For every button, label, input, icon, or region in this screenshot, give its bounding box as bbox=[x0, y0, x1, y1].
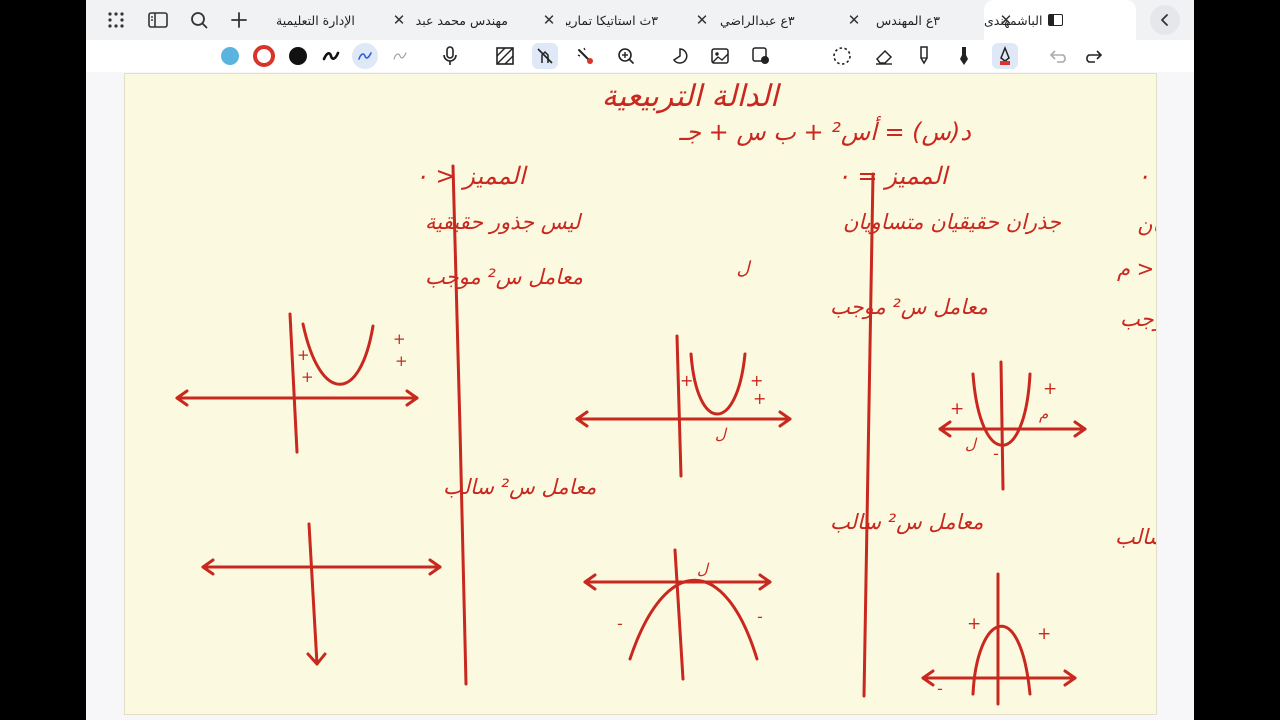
left-pos-coef: معامل س² موجب bbox=[425, 265, 583, 290]
tab-statics[interactable]: ٣ث استاتيكا تمارين bbox=[566, 0, 658, 40]
close-icon[interactable]: ✕ bbox=[996, 10, 1016, 30]
left-lower-y-axis bbox=[307, 522, 319, 666]
tab-abdelrady[interactable]: ٣ع عبدالراضي bbox=[720, 0, 812, 40]
canvas-area[interactable]: الدالة التربيعية د(س) = أس² + ب س + جـ ا… bbox=[86, 72, 1194, 720]
right-neg-coef: معامل س² سالب bbox=[1115, 525, 1156, 550]
middle-lower-y-axis bbox=[673, 548, 685, 681]
close-icon[interactable]: ✕ bbox=[389, 10, 409, 30]
zoom-icon[interactable] bbox=[613, 43, 639, 69]
middle-mark: + bbox=[680, 371, 693, 390]
middle-mark: - bbox=[617, 614, 623, 633]
redo-icon[interactable] bbox=[1080, 43, 1106, 69]
column-divider-left bbox=[451, 164, 468, 686]
right-line1: جذران حقيقيان مختلفان bbox=[1137, 213, 1156, 238]
right-pos-coef: معامل س² موجب bbox=[1120, 307, 1156, 332]
tab-title: ٣ع عبدالراضي bbox=[720, 12, 795, 28]
middle-line1: جذران حقيقيان متساويان bbox=[843, 210, 1062, 235]
tab-title: مهندس محمد عبد... bbox=[416, 12, 508, 28]
handwriting-layer: الدالة التربيعية د(س) = أس² + ب س + جـ ا… bbox=[175, 79, 1156, 706]
middle-root: ل bbox=[736, 258, 751, 279]
middle-pos-coef: معامل س² موجب bbox=[830, 295, 988, 320]
close-icon[interactable]: ✕ bbox=[692, 10, 712, 30]
right-mark: + bbox=[1037, 624, 1051, 644]
back-chevron-icon[interactable] bbox=[1150, 5, 1180, 35]
image-icon[interactable] bbox=[707, 43, 733, 69]
color-swatch-black[interactable] bbox=[285, 43, 311, 69]
shape-icon[interactable] bbox=[667, 43, 693, 69]
right-mark: - bbox=[993, 444, 999, 463]
fountain-pen-icon[interactable] bbox=[992, 43, 1018, 69]
left-mark: + bbox=[393, 330, 406, 348]
tab-educational-admin[interactable]: الإدارة التعليمية bbox=[276, 0, 388, 40]
tab-mohamed[interactable]: مهندس محمد عبد... bbox=[416, 0, 508, 40]
right-upper-y-axis bbox=[999, 360, 1005, 491]
tab-title: ٣ث استاتيكا تمارين bbox=[566, 12, 658, 28]
middle-root-label: ل bbox=[697, 560, 710, 578]
drawing-toolbar bbox=[86, 40, 1194, 72]
right-lower-parabola bbox=[971, 625, 1032, 696]
middle-mark: - bbox=[757, 607, 763, 626]
stroke-thin-icon[interactable] bbox=[318, 43, 344, 69]
left-mark: + bbox=[297, 346, 310, 364]
right-mark: + bbox=[950, 399, 964, 419]
undo-icon[interactable] bbox=[1046, 43, 1072, 69]
search-icon[interactable] bbox=[184, 5, 214, 35]
left-upper-y-axis bbox=[288, 312, 299, 454]
middle-heading: المميز = ٠ bbox=[837, 162, 950, 190]
pen-icon[interactable] bbox=[951, 43, 977, 69]
tab-title: ٣ع المهندس bbox=[876, 12, 941, 28]
color-swatch-red-selected[interactable] bbox=[251, 43, 277, 69]
sidebar-toggle-icon[interactable] bbox=[143, 5, 173, 35]
right-mark: + bbox=[967, 614, 981, 634]
close-icon[interactable]: ✕ bbox=[844, 10, 864, 30]
tab-elmohandes[interactable]: ٣ع المهندس bbox=[876, 0, 962, 40]
highlighter-icon[interactable] bbox=[911, 43, 937, 69]
left-neg-coef: معامل س² سالب bbox=[443, 475, 596, 500]
hatch-pattern-icon[interactable] bbox=[492, 43, 518, 69]
stroke-light-icon[interactable] bbox=[387, 43, 413, 69]
notebook-icon bbox=[1048, 14, 1064, 26]
pen-hand-off-icon[interactable] bbox=[532, 43, 558, 69]
note-title: الدالة التربيعية bbox=[602, 79, 782, 114]
right-mark: - bbox=[937, 679, 943, 698]
lasso-icon[interactable] bbox=[829, 43, 855, 69]
note-formula: د(س) = أس² + ب س + جـ bbox=[678, 116, 971, 146]
left-mark: + bbox=[395, 352, 408, 370]
text-box-icon[interactable] bbox=[748, 43, 774, 69]
microphone-icon[interactable] bbox=[437, 43, 463, 69]
note-page[interactable]: الدالة التربيعية د(س) = أس² + ب س + جـ ا… bbox=[124, 73, 1157, 715]
right-heading: المميز > ٠ bbox=[1137, 162, 1156, 190]
add-tab-icon[interactable] bbox=[224, 5, 254, 35]
grid-menu-icon[interactable] bbox=[101, 5, 131, 35]
magic-marker-icon[interactable] bbox=[572, 43, 598, 69]
middle-upper-parabola bbox=[689, 352, 747, 416]
middle-mark: + bbox=[750, 371, 763, 390]
note-app-window: الإدارة التعليمية ✕ مهندس محمد عبد... ✕ … bbox=[86, 0, 1194, 720]
left-line1: ليس جذور حقيقية bbox=[425, 210, 583, 235]
middle-neg-coef: معامل س² سالب bbox=[830, 510, 983, 535]
close-icon[interactable]: ✕ bbox=[539, 10, 559, 30]
color-swatch-blue[interactable] bbox=[217, 43, 243, 69]
tab-title: الإدارة التعليمية bbox=[276, 12, 355, 28]
column-divider-right bbox=[862, 172, 875, 698]
middle-mark: + bbox=[753, 389, 766, 408]
middle-root-label: ل bbox=[715, 425, 728, 443]
left-mark: + bbox=[301, 368, 314, 386]
right-root-m: م bbox=[1039, 405, 1049, 423]
tab-bar: الإدارة التعليمية ✕ مهندس محمد عبد... ✕ … bbox=[86, 0, 1194, 40]
stroke-medium-icon[interactable] bbox=[352, 43, 378, 69]
left-heading: المميز < ٠ bbox=[415, 162, 528, 190]
eraser-icon[interactable] bbox=[871, 43, 897, 69]
right-roots: ل ، م ل < م bbox=[1117, 257, 1156, 282]
right-mark: + bbox=[1043, 379, 1057, 399]
middle-lower-parabola bbox=[628, 579, 759, 661]
right-root-l: ل bbox=[965, 435, 978, 453]
middle-upper-y-axis bbox=[675, 334, 683, 478]
